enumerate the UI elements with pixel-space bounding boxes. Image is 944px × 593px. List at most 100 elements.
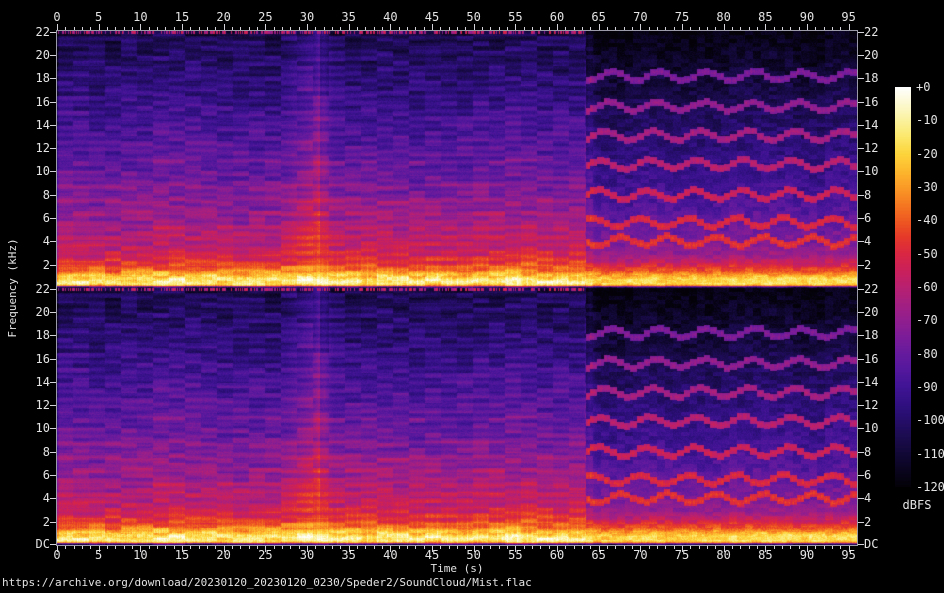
freq-tick-left — [50, 312, 56, 313]
time-tick-top — [840, 27, 841, 30]
time-tick-top — [199, 27, 200, 30]
freq-dc-label-left: DC — [35, 537, 50, 551]
freq-tick-label-right: 12 — [864, 398, 879, 412]
time-tick-top — [699, 27, 700, 30]
freq-tick-label-left: 2 — [42, 515, 50, 529]
colorbar-tick-label: +0 — [916, 80, 931, 94]
time-tick-top — [215, 27, 216, 30]
time-tick-bottom — [665, 546, 666, 549]
time-tick-bottom — [282, 546, 283, 549]
freq-tick-label-left: 14 — [35, 375, 50, 389]
time-tick-top — [740, 27, 741, 30]
time-tick-top — [224, 24, 225, 30]
time-tick-top — [782, 27, 783, 30]
time-tick-label-bottom: 60 — [549, 548, 565, 562]
time-tick-label-top: 55 — [508, 10, 523, 24]
colorbar-tick-label: -50 — [916, 246, 938, 261]
colorbar-tick-label: -100 — [916, 413, 944, 428]
freq-tick-label-left: 8 — [42, 445, 50, 459]
time-tick-bottom — [782, 546, 783, 549]
freq-tick-left — [50, 171, 56, 172]
time-tick-top — [665, 27, 666, 30]
time-tick-label-top: 40 — [383, 10, 398, 24]
time-tick-top — [182, 24, 183, 30]
time-tick-top — [265, 24, 266, 30]
time-tick-label-top: 25 — [258, 10, 273, 24]
time-tick-top — [765, 24, 766, 30]
time-tick-bottom — [824, 546, 825, 549]
time-tick-bottom — [740, 546, 741, 549]
colorbar-tick-label: -40 — [916, 213, 938, 228]
time-tick-top — [282, 27, 283, 30]
time-tick-label-top: 5 — [95, 10, 103, 24]
freq-tick-label-right: 10 — [864, 164, 879, 178]
time-tick-label-bottom: 25 — [258, 548, 273, 562]
time-tick-label-top: 35 — [341, 10, 356, 24]
freq-tick-label-right: 14 — [864, 118, 879, 132]
freq-tick-label-right: 12 — [864, 141, 879, 155]
time-tick-label-top: 95 — [841, 10, 856, 24]
freq-tick-left — [50, 335, 56, 336]
freq-tick-left — [50, 544, 56, 545]
time-tick-bottom — [324, 546, 325, 549]
time-tick-top — [90, 27, 91, 30]
time-tick-top — [99, 24, 100, 30]
freq-tick-label-right: 8 — [864, 445, 872, 459]
time-tick-top — [599, 24, 600, 30]
freq-tick-label-right: 20 — [864, 48, 879, 62]
time-tick-label-bottom: 15 — [174, 548, 190, 562]
time-tick-top — [307, 24, 308, 30]
time-tick-top — [615, 27, 616, 30]
spectrogram-screenshot: Frequency (kHz) Time (s) dBFS https://ar… — [0, 0, 944, 593]
freq-tick-label-left: 6 — [42, 211, 50, 225]
time-tick-top — [532, 27, 533, 30]
time-tick-top — [482, 27, 483, 30]
time-tick-top — [240, 27, 241, 30]
time-tick-top — [507, 27, 508, 30]
freq-tick-left — [50, 218, 56, 219]
freq-tick-label-right: 22 — [864, 25, 879, 39]
freq-tick-label-left: 16 — [35, 95, 50, 109]
colorbar-tick-label: -90 — [916, 380, 938, 394]
time-tick-top — [149, 27, 150, 30]
freq-tick-left — [50, 241, 56, 242]
time-tick-top — [524, 27, 525, 30]
time-tick-label-bottom: 5 — [95, 548, 103, 562]
time-tick-label-bottom: 80 — [716, 548, 731, 562]
time-tick-label-bottom: 85 — [758, 548, 773, 562]
time-tick-label-bottom: 40 — [383, 548, 398, 562]
time-tick-label-top: 75 — [674, 10, 690, 24]
time-tick-label-bottom: 90 — [799, 548, 815, 562]
time-tick-bottom — [615, 546, 616, 549]
time-tick-top — [757, 27, 758, 30]
time-tick-top — [115, 27, 116, 30]
freq-tick-label-left: 18 — [35, 71, 50, 85]
time-tick-bottom — [657, 546, 658, 549]
time-tick-top — [682, 24, 683, 30]
time-tick-top — [832, 27, 833, 30]
time-tick-top — [824, 27, 825, 30]
time-tick-top — [357, 27, 358, 30]
time-tick-top — [315, 27, 316, 30]
time-tick-bottom — [74, 546, 75, 549]
time-tick-top — [57, 24, 58, 30]
time-tick-top — [440, 27, 441, 30]
time-tick-label-bottom: 70 — [633, 548, 648, 562]
time-tick-top — [540, 27, 541, 30]
time-tick-label-bottom: 35 — [341, 548, 356, 562]
time-tick-label-top: 70 — [633, 10, 648, 24]
time-tick-top — [365, 27, 366, 30]
freq-tick-label-left: 8 — [42, 188, 50, 202]
file-url-title: https://archive.org/download/20230120_20… — [2, 576, 532, 589]
freq-tick-left — [50, 428, 56, 429]
time-tick-top — [190, 27, 191, 30]
freq-tick-left — [50, 498, 56, 499]
time-tick-top — [424, 27, 425, 30]
time-tick-label-bottom: 30 — [299, 548, 315, 562]
freq-tick-label-left: 18 — [35, 328, 50, 342]
time-tick-top — [82, 27, 83, 30]
time-tick-label-top: 15 — [174, 10, 190, 24]
time-tick-bottom — [115, 546, 116, 549]
freq-tick-label-right: 4 — [864, 234, 872, 248]
time-tick-bottom — [415, 546, 416, 549]
